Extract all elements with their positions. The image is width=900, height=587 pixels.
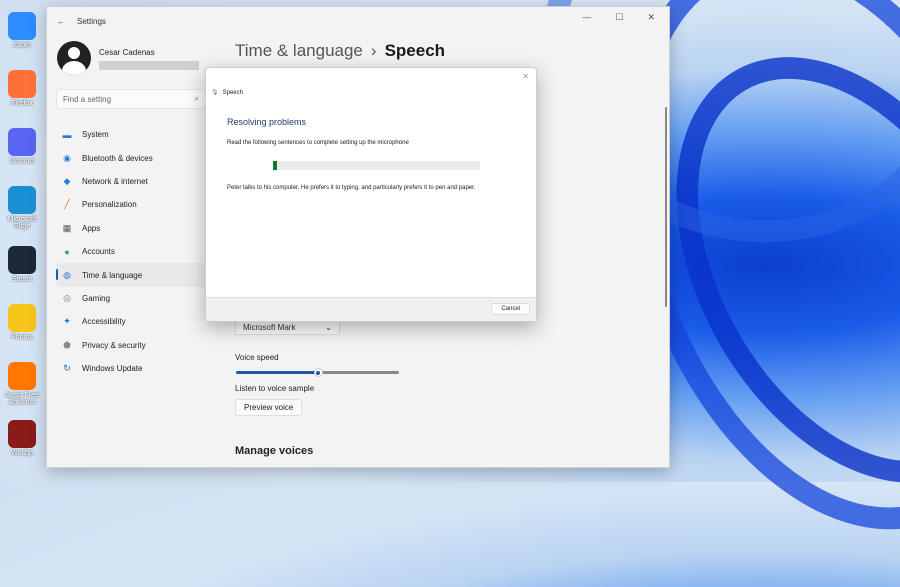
- desktop-icon[interactable]: Photos: [2, 304, 42, 341]
- sidebar-item[interactable]: ↻ Windows Update: [56, 357, 206, 380]
- maximize-button[interactable]: ☐: [615, 12, 623, 23]
- dialog-heading: Resolving problems: [227, 117, 307, 127]
- sidebar-item[interactable]: ● Accounts: [56, 240, 206, 263]
- desktop-icon-label: Microsoft Edge: [7, 216, 37, 230]
- sidebar-nav: ▬ System ◉ Bluetooth & devices ◆ Network & in…: [56, 123, 206, 380]
- slider-fill: [236, 371, 318, 374]
- sidebar-item[interactable]: ⬟ Privacy & security: [56, 334, 206, 357]
- sidebar-item-label: System: [82, 130, 109, 140]
- voice-speed-slider[interactable]: [236, 368, 399, 377]
- sidebar-item-label: Windows Update: [82, 364, 143, 374]
- app-icon: [8, 362, 36, 390]
- sidebar-item-label: Accessibility: [82, 317, 126, 327]
- avatar: [57, 41, 91, 75]
- sidebar-item[interactable]: ▦ Apps: [56, 217, 206, 240]
- nav-icon: ▬: [62, 129, 72, 140]
- slider-thumb[interactable]: [313, 368, 323, 377]
- desktop-icon-label: Avast Free Antivirus: [5, 392, 39, 406]
- desktop-icon[interactable]: Steam: [2, 246, 42, 283]
- desktop-icon[interactable]: WinZip: [2, 420, 42, 457]
- sidebar-item-label: Privacy & security: [82, 340, 146, 350]
- dialog-title: Speech: [222, 89, 243, 96]
- sidebar-item[interactable]: ◎ Gaming: [56, 287, 206, 310]
- app-icon: [8, 128, 36, 156]
- minimize-button[interactable]: —: [582, 12, 591, 23]
- desktop-icon[interactable]: Firefox: [2, 70, 42, 107]
- breadcrumb-separator: ›: [370, 41, 377, 60]
- title-bar: ← Settings: [47, 7, 669, 35]
- app-icon: [8, 70, 36, 98]
- window-title: Settings: [77, 16, 106, 26]
- chevron-down-icon: ⌄: [325, 323, 332, 332]
- desktop-icon[interactable]: Zoom: [2, 12, 42, 49]
- desktop-icon[interactable]: Discord: [2, 128, 42, 165]
- desktop-icon-label: Firefox: [11, 100, 33, 107]
- sidebar-item-label: Accounts: [82, 247, 115, 257]
- page-title: Speech: [384, 41, 446, 60]
- speech-dialog: ✕ 🎙 Speech Resolving problems Read the f…: [205, 67, 537, 322]
- nav-icon: ✦: [63, 316, 71, 327]
- app-icon: [8, 246, 36, 274]
- app-icon: [8, 420, 36, 448]
- dialog-sentence: Peter talks to his computer. He prefers …: [227, 185, 476, 191]
- listen-label: Listen to voice sample: [235, 384, 315, 393]
- sidebar-item[interactable]: ╱ Personalization: [56, 193, 206, 216]
- desktop-icon-label: Zoom: [13, 42, 31, 49]
- sidebar-item-label: Bluetooth & devices: [82, 153, 153, 163]
- voice-speed-label: Voice speed: [235, 353, 279, 362]
- user-profile[interactable]: Cesar Cadenas: [57, 41, 199, 75]
- nav-icon: ◎: [63, 292, 71, 303]
- sidebar-item-label: Network & internet: [82, 176, 148, 186]
- search-input[interactable]: Find a setting ⌕: [56, 89, 206, 109]
- nav-icon: ◆: [63, 175, 71, 186]
- cancel-button[interactable]: Cancel: [491, 303, 530, 315]
- user-name: Cesar Cadenas: [99, 48, 155, 57]
- app-icon: [8, 186, 36, 214]
- sidebar-item[interactable]: ◆ Network & internet: [56, 170, 206, 193]
- nav-icon: ⬟: [63, 339, 71, 350]
- preview-voice-button[interactable]: Preview voice: [235, 399, 303, 416]
- progress-fill: [273, 161, 278, 170]
- sidebar-item-label: Personalization: [82, 200, 137, 210]
- search-placeholder: Find a setting: [63, 94, 112, 104]
- sidebar-item-label: Apps: [82, 223, 101, 233]
- app-icon: [8, 12, 36, 40]
- dialog-instruction: Read the following sentences to complete…: [227, 140, 409, 146]
- user-email-redacted: [99, 61, 199, 70]
- breadcrumb: Time & language › Speech: [235, 41, 445, 61]
- breadcrumb-parent[interactable]: Time & language: [235, 41, 363, 61]
- nav-icon: ╱: [64, 199, 70, 210]
- desktop-icon-label: Photos: [11, 334, 33, 341]
- dialog-footer: Cancel: [206, 297, 536, 321]
- sidebar-item[interactable]: ✦ Accessibility: [56, 310, 206, 333]
- sidebar-item[interactable]: ◍ Time & language: [56, 263, 206, 287]
- sidebar-item-label: Time & language: [82, 270, 143, 280]
- dialog-close-button[interactable]: ✕: [522, 72, 529, 81]
- search-icon: ⌕: [194, 94, 199, 103]
- nav-icon: ▦: [62, 222, 72, 233]
- app-icon: [8, 304, 36, 332]
- desktop-icon-label: Discord: [10, 158, 34, 165]
- desktop-icon[interactable]: Avast Free Antivirus: [2, 362, 42, 406]
- scrollbar[interactable]: [665, 107, 667, 307]
- nav-icon: ◉: [63, 152, 71, 163]
- sidebar-item-label: Gaming: [82, 293, 111, 303]
- nav-icon: ◍: [63, 269, 71, 280]
- microphone-icon: 🎙: [211, 90, 219, 96]
- back-button[interactable]: ←: [57, 17, 65, 26]
- sidebar-item[interactable]: ▬ System: [56, 123, 206, 146]
- close-button[interactable]: ✕: [647, 12, 655, 23]
- progress-bar: [273, 161, 480, 170]
- desktop-icon-label: Steam: [11, 276, 33, 283]
- sidebar-item[interactable]: ◉ Bluetooth & devices: [56, 146, 206, 169]
- voice-value: Microsoft Mark: [243, 323, 296, 332]
- nav-icon: ↻: [63, 363, 71, 374]
- desktop-icon-label: WinZip: [11, 450, 33, 457]
- desktop-icon[interactable]: Microsoft Edge: [2, 186, 42, 230]
- manage-voices-heading: Manage voices: [235, 445, 314, 457]
- nav-icon: ●: [64, 246, 70, 257]
